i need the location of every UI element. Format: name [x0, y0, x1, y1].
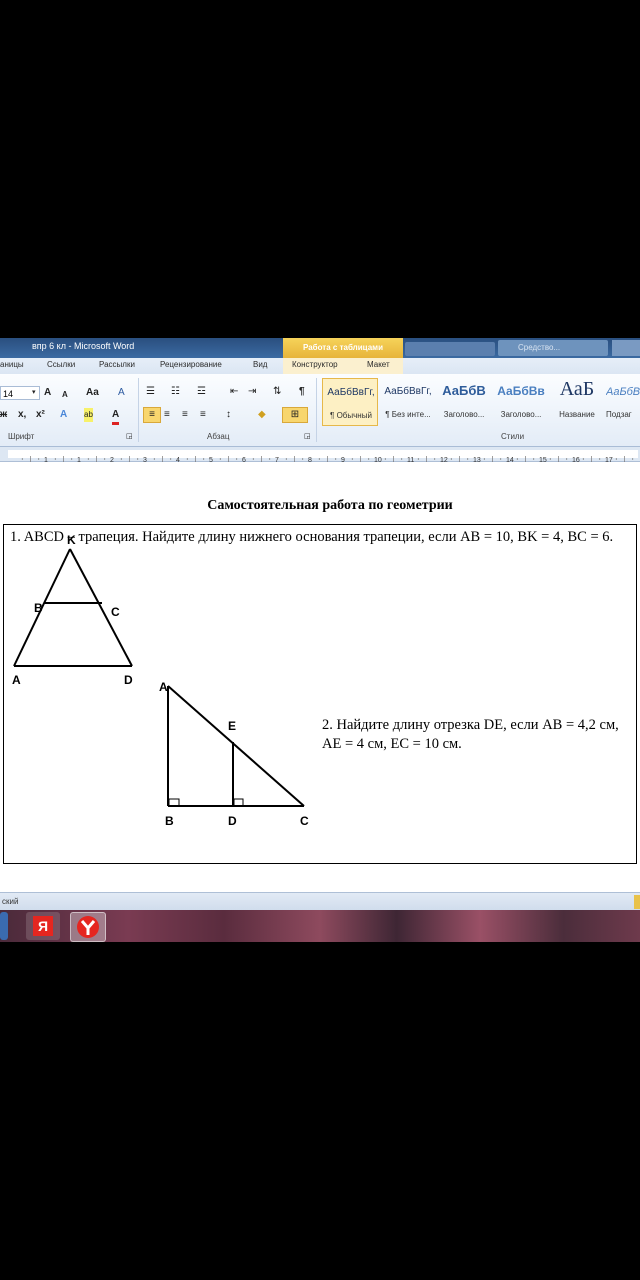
style-name: Заголово... — [500, 410, 542, 419]
tab-design[interactable]: Конструктор — [292, 360, 338, 369]
text-effects-icon[interactable]: A — [60, 408, 67, 422]
horizontal-ruler[interactable]: 1123456789101112131415161718 — [0, 447, 640, 464]
window-controls[interactable] — [612, 340, 640, 356]
align-right-icon[interactable]: ≡ — [182, 408, 188, 422]
change-case-icon[interactable]: Aa — [86, 386, 99, 400]
segment-AC — [167, 685, 305, 807]
align-left-icon[interactable]: ≡ — [143, 407, 161, 423]
trapezoid-figure: K B C A D — [12, 533, 133, 687]
yandex-logo-icon: Я — [33, 916, 53, 936]
label-C: C — [111, 605, 120, 619]
segment-KD — [69, 548, 133, 667]
sort-icon[interactable]: ⇅ — [273, 385, 281, 399]
tab-references[interactable]: Ссылки — [47, 360, 75, 369]
style-name: Подзаг — [606, 410, 632, 419]
style-sample: АаБ — [559, 378, 595, 400]
label-B: B — [34, 601, 43, 615]
yandex-app-icon[interactable]: Я — [26, 912, 60, 940]
bullets-icon[interactable]: ☰ — [146, 385, 155, 399]
label-C: C — [300, 814, 309, 828]
style-sample: АаБбВв — [497, 384, 545, 398]
separator — [316, 378, 317, 442]
status-bar: ский — [0, 892, 640, 911]
blurred-window-tab[interactable] — [405, 342, 495, 356]
group-label-paragraph: Абзац — [207, 432, 230, 441]
style-name: Название — [559, 410, 595, 419]
shading-icon[interactable]: ◆ — [258, 408, 266, 422]
justify-icon[interactable]: ≡ — [200, 408, 206, 422]
strikethrough-icon[interactable]: ж — [0, 408, 7, 422]
shrink-font-icon[interactable]: A — [62, 388, 68, 402]
ribbon: 14 ▾ A A Aa A ж x, x² A ab A Шрифт ◲ ☰ ☷… — [0, 374, 640, 447]
document-page[interactable]: Самостоятельная работа по геометрии 1. A… — [0, 462, 640, 892]
label-E: E — [228, 719, 236, 733]
screen: впр 6 кл - Microsoft Word Работа с табли… — [0, 338, 640, 942]
yandex-browser-logo-icon — [77, 916, 99, 938]
title-bar: впр 6 кл - Microsoft Word Работа с табли… — [0, 338, 640, 358]
table-tools-header: Работа с таблицами — [283, 338, 403, 358]
group-label-font: Шрифт — [8, 432, 35, 441]
ruler-track: 1123456789101112131415161718 — [8, 450, 640, 464]
style-heading-2[interactable]: АаБбВв Заголово... — [493, 378, 549, 426]
font-color-icon[interactable]: A — [112, 408, 120, 425]
status-indicator — [634, 895, 640, 909]
label-D: D — [124, 673, 133, 687]
label-A: A — [12, 673, 21, 687]
label-D: D — [228, 814, 237, 828]
style-name: ¶ Без инте... — [385, 410, 431, 419]
document-title: Самостоятельная работа по геометрии — [207, 498, 453, 513]
font-size-dropdown-icon[interactable]: ▾ — [32, 386, 36, 400]
grow-font-icon[interactable]: A — [44, 386, 51, 400]
task-table[interactable]: 1. ABCD – трапеция. Найдите длину нижнег… — [3, 524, 637, 864]
blurred-window-tab[interactable]: Средство... — [498, 340, 608, 356]
style-heading-1[interactable]: АаБбВ Заголово... — [436, 378, 492, 426]
label-K: K — [67, 533, 76, 547]
paragraph-dialog-launcher-icon[interactable]: ◲ — [304, 430, 311, 444]
right-triangle-figure: A E B D C — [159, 680, 309, 828]
geometry-figures: K B C A D A E B D C — [12, 533, 309, 828]
group-label-styles: Стили — [501, 432, 525, 441]
align-center-icon[interactable]: ≡ — [164, 408, 170, 422]
window-title: впр 6 кл - Microsoft Word — [32, 341, 135, 351]
tab-review[interactable]: Рецензирование — [160, 360, 222, 369]
tab-view[interactable]: Вид — [253, 360, 267, 369]
label-B: B — [165, 814, 174, 828]
style-sample: АаБбВвГг, — [384, 386, 432, 397]
yandex-browser-icon[interactable] — [70, 912, 106, 942]
multilevel-list-icon[interactable]: ☲ — [197, 385, 206, 399]
style-sample: АаБбВвГг, — [327, 387, 375, 398]
tab-page-layout[interactable]: аницы — [0, 360, 24, 369]
borders-icon[interactable]: ⊞ — [282, 407, 308, 423]
decrease-indent-icon[interactable]: ⇤ — [230, 385, 238, 399]
tab-layout[interactable]: Макет — [367, 360, 390, 369]
style-sample: АаБбВ — [442, 383, 486, 398]
superscript-icon[interactable]: x² — [36, 408, 45, 422]
style-name: Заголово... — [443, 410, 485, 419]
font-dialog-launcher-icon[interactable]: ◲ — [126, 430, 133, 444]
label-A: A — [159, 680, 168, 694]
style-normal[interactable]: АаБбВвГг, ¶ Обычный — [322, 378, 378, 426]
clear-format-icon[interactable]: A — [118, 386, 125, 400]
style-subtitle[interactable]: АаБбВ Подзаг — [606, 378, 640, 426]
style-no-spacing[interactable]: АаБбВвГг, ¶ Без инте... — [380, 378, 436, 426]
ribbon-tabs: аницы Ссылки Рассылки Рецензирование Вид… — [0, 358, 640, 374]
style-title[interactable]: АаБ Название — [549, 378, 605, 426]
right-angle-B — [168, 798, 180, 807]
tab-mailings[interactable]: Рассылки — [99, 360, 135, 369]
style-sample: АаБбВ — [606, 386, 640, 398]
taskbar: Я — [0, 910, 640, 942]
start-button[interactable] — [0, 912, 8, 940]
separator — [138, 378, 139, 442]
style-name: ¶ Обычный — [330, 411, 372, 420]
highlight-icon[interactable]: ab — [84, 408, 93, 422]
subscript-icon[interactable]: x, — [18, 408, 26, 422]
line-spacing-icon[interactable]: ↕ — [226, 408, 231, 422]
show-formatting-icon[interactable]: ¶ — [299, 385, 305, 399]
status-language[interactable]: ский — [2, 897, 18, 906]
right-angle-D — [233, 798, 244, 807]
increase-indent-icon[interactable]: ⇥ — [248, 385, 256, 399]
numbering-icon[interactable]: ☷ — [171, 385, 180, 399]
